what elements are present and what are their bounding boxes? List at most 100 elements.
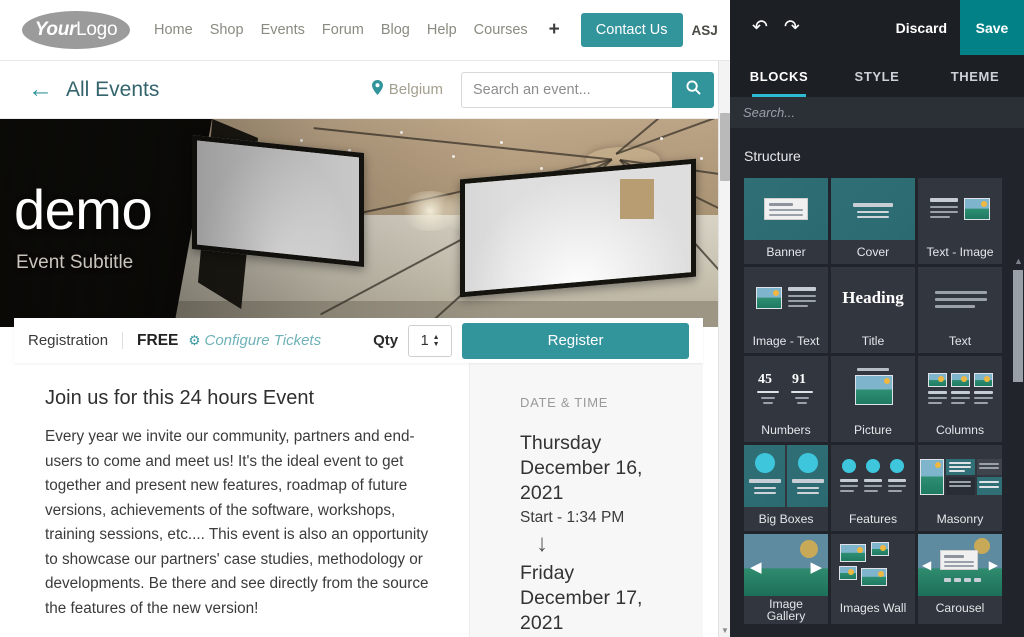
page-scrollbar[interactable]: ▼ [718,61,730,637]
block-label-masonry: Masonry [918,507,1002,531]
tab-theme[interactable]: THEME [926,55,1024,97]
contact-us-button[interactable]: Contact Us [581,13,683,47]
editor-window: YourLogo Home Shop Events Forum Blog Hel… [0,0,1024,637]
block-tile-image-text[interactable]: Image - Text [744,267,828,353]
tab-blocks[interactable]: BLOCKS [730,55,828,97]
logo-bold-text: Your [35,19,76,41]
block-tile-carousel[interactable]: ◀ ▶ Carousel [918,534,1002,624]
block-tile-title[interactable]: Heading Title [831,267,915,353]
gear-icon[interactable]: ⚙ [188,333,200,349]
all-events-link[interactable]: All Events [66,78,159,102]
block-label-picture: Picture [831,418,915,442]
block-tile-numbers[interactable]: 45 91 Numbers [744,356,828,442]
quantity-stepper[interactable]: 1 ▲▼ [408,325,452,357]
nav-item-events[interactable]: Events [261,22,305,38]
event-datetime-column: DATE & TIME Thursday December 16, 2021 S… [469,363,703,637]
block-label-columns: Columns [918,418,1002,442]
site-navbar: YourLogo Home Shop Events Forum Blog Hel… [0,0,730,61]
datetime-section-label: DATE & TIME [520,395,703,410]
numbers-sample-b: 91 [792,372,806,388]
register-button[interactable]: Register [462,323,689,359]
quantity-value: 1 [421,333,429,349]
ticket-price: FREE [137,332,178,350]
map-pin-icon [372,80,383,99]
search-input[interactable] [461,72,672,108]
panel-scrollbar-thumb[interactable] [1013,270,1023,382]
block-tile-columns[interactable]: Columns [918,356,1002,442]
nav-item-help[interactable]: Help [427,22,457,38]
panel-scrollbar[interactable]: ▲ [1012,256,1024,637]
features-thumbnail [831,445,915,507]
block-tile-text[interactable]: Text [918,267,1002,353]
configure-tickets-link[interactable]: Configure Tickets [205,332,322,349]
page-scrollbar-thumb[interactable] [720,113,730,181]
block-label-images-wall: Images Wall [831,596,915,620]
nav-item-courses[interactable]: Courses [474,22,528,38]
blocks-list: Structure Banner [730,128,1024,637]
editor-panel: ↶ ↷ Discard Save BLOCKS STYLE THEME Stru… [730,0,1024,637]
block-tile-images-wall[interactable]: Images Wall [831,534,915,624]
event-search [461,72,714,108]
location-filter[interactable]: Belgium [372,80,443,99]
block-tile-masonry[interactable]: Masonry [918,445,1002,531]
block-label-text: Text [918,329,1002,353]
block-label-big-boxes: Big Boxes [744,507,828,531]
nav-item-shop[interactable]: Shop [210,22,244,38]
event-content: Join us for this 24 hours Event Every ye… [14,363,703,637]
plus-icon[interactable]: + [549,19,560,41]
blocks-search-input[interactable] [743,105,1024,120]
numbers-sample-a: 45 [758,372,772,388]
title-thumbnail: Heading [831,267,915,329]
block-tile-banner[interactable]: Banner [744,178,828,264]
back-arrow-icon[interactable]: ← [28,77,53,102]
block-tile-picture[interactable]: Picture [831,356,915,442]
event-start-date: Thursday December 16, 2021 [520,431,660,506]
title-sample-text: Heading [842,288,903,308]
registration-label: Registration [28,332,123,349]
event-hero-banner: demo Event Subtitle [0,119,730,327]
gallery-next-icon: ▶ [810,560,822,575]
user-initials-badge[interactable]: ASJ [692,23,718,38]
search-button[interactable] [672,72,714,108]
block-label-image-text: Image - Text [744,329,828,353]
images-wall-thumbnail [831,534,915,596]
gallery-prev-icon: ◀ [750,560,762,575]
discard-button[interactable]: Discard [883,20,960,36]
editor-toolbar: ↶ ↷ Discard Save [730,0,1024,55]
nav-item-blog[interactable]: Blog [381,22,410,38]
nav-item-home[interactable]: Home [154,22,193,38]
block-tile-cover[interactable]: Cover [831,178,915,264]
block-label-text-image: Text - Image [918,240,1002,264]
image-text-thumbnail [744,267,828,329]
carousel-prev-icon: ◀ [922,558,931,573]
site-logo[interactable]: YourLogo [22,11,130,49]
tab-style[interactable]: STYLE [828,55,926,97]
undo-icon[interactable]: ↶ [744,14,776,41]
block-label-numbers: Numbers [744,418,828,442]
block-label-title: Title [831,329,915,353]
block-label-banner: Banner [744,240,828,264]
save-button[interactable]: Save [960,0,1024,55]
scroll-down-arrow-icon[interactable]: ▼ [721,626,729,635]
block-tile-text-image[interactable]: Text - Image [918,178,1002,264]
picture-thumbnail [831,356,915,418]
block-label-cover: Cover [831,240,915,264]
blocks-section-title: Structure [744,148,1010,164]
block-tile-image-gallery[interactable]: ◀ ▶ Image Gallery [744,534,828,624]
block-tile-features[interactable]: Features [831,445,915,531]
redo-icon[interactable]: ↷ [776,14,808,41]
blocks-search [730,97,1024,128]
panel-scroll-up-arrow-icon[interactable]: ▲ [1014,256,1023,266]
carousel-next-icon: ▶ [989,558,998,573]
event-description-column: Join us for this 24 hours Event Every ye… [14,363,469,637]
text-thumbnail [918,267,1002,329]
datetime-arrow-icon: ↓ [536,535,703,553]
block-tile-big-boxes[interactable]: Big Boxes [744,445,828,531]
numbers-thumbnail: 45 91 [744,356,828,418]
quantity-label: Qty [373,332,398,349]
big-boxes-thumbnail [744,445,828,507]
carousel-thumbnail: ◀ ▶ [918,534,1002,596]
nav-item-forum[interactable]: Forum [322,22,364,38]
search-icon [686,80,701,99]
block-label-features: Features [831,507,915,531]
